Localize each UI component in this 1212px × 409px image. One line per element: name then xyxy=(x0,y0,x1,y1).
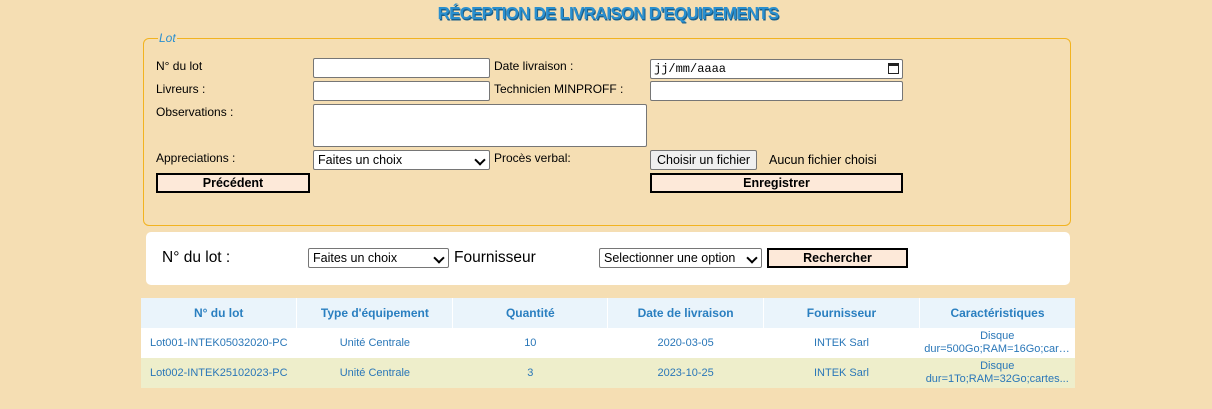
column-header-type[interactable]: Type d'équipement xyxy=(296,298,454,328)
save-button[interactable]: Enregistrer xyxy=(650,173,903,193)
cell-date: 2020-03-05 xyxy=(607,328,764,358)
cell-quantity: 10 xyxy=(452,328,608,358)
appreciations-select[interactable]: Faites un choix xyxy=(313,150,490,170)
supplier-label: Fournisseur xyxy=(454,249,536,266)
file-status: Aucun fichier choisi xyxy=(769,153,877,167)
cell-supplier: INTEK Sarl xyxy=(763,328,920,358)
search-lot-selected: Faites un choix xyxy=(313,251,398,265)
lot-number-input[interactable] xyxy=(313,58,490,78)
specs-line-2: dur=1To;RAM=32Go;cartes... xyxy=(925,373,1069,385)
table-header-row: N° du lot Type d'équipement Quantité Dat… xyxy=(141,298,1075,328)
cell-type: Unité Centrale xyxy=(296,328,453,358)
chevron-down-icon xyxy=(474,154,486,166)
table-row[interactable]: Lot001-INTEK05032020-PC Unité Centrale 1… xyxy=(141,328,1075,358)
cell-supplier: INTEK Sarl xyxy=(763,358,920,388)
cell-type: Unité Centrale xyxy=(296,358,453,388)
column-header-quantity[interactable]: Quantité xyxy=(452,298,609,328)
choose-file-button[interactable]: Choisir un fichier xyxy=(650,150,758,170)
search-lot-select[interactable]: Faites un choix xyxy=(308,248,449,268)
calendar-icon[interactable] xyxy=(888,63,899,74)
specs-line-2: dur=500Go;RAM=16Go;cart... xyxy=(924,343,1071,355)
cell-quantity: 3 xyxy=(452,358,608,388)
chevron-down-icon xyxy=(746,252,758,264)
lot-legend: Lot xyxy=(158,31,177,45)
deliveries-table: N° du lot Type d'équipement Quantité Dat… xyxy=(141,298,1075,388)
appreciations-label: Appreciations : xyxy=(156,151,236,165)
deliverers-input[interactable] xyxy=(313,81,490,101)
cell-specs: Disque dur=1To;RAM=32Go;cartes... xyxy=(919,358,1075,388)
column-header-supplier[interactable]: Fournisseur xyxy=(763,298,920,328)
minutes-label: Procès verbal: xyxy=(494,151,571,165)
observations-textarea[interactable] xyxy=(313,104,647,147)
cell-lot: Lot001-INTEK05032020-PC xyxy=(141,328,297,358)
search-lot-label: N° du lot : xyxy=(162,249,231,266)
search-button[interactable]: Rechercher xyxy=(767,248,908,268)
appreciations-selected: Faites un choix xyxy=(318,153,403,167)
cell-specs: Disque dur=500Go;RAM=16Go;cart... xyxy=(919,328,1075,358)
technician-label: Technicien MINPROFF : xyxy=(494,82,624,96)
previous-button[interactable]: Précédent xyxy=(156,173,310,193)
page-title: RÉCEPTION DE LIVRAISON D'EQUIPEMENTS xyxy=(437,3,780,24)
cell-lot: Lot002-INTEK25102023-PC xyxy=(141,358,297,388)
deliverers-label: Livreurs : xyxy=(156,82,206,96)
observations-label: Observations : xyxy=(156,105,234,119)
column-header-date[interactable]: Date de livraison xyxy=(607,298,764,328)
column-header-lot[interactable]: N° du lot xyxy=(141,298,298,328)
delivery-date-placeholder: jj/mm/aaaa xyxy=(654,62,727,76)
supplier-selected: Selectionner une option xyxy=(604,251,736,265)
table-row[interactable]: Lot002-INTEK25102023-PC Unité Centrale 3… xyxy=(141,358,1075,388)
lot-number-label: N° du lot xyxy=(156,59,203,73)
technician-input[interactable] xyxy=(650,81,903,101)
column-header-specs[interactable]: Caractéristiques xyxy=(919,298,1075,328)
delivery-date-label: Date livraison : xyxy=(494,59,574,73)
specs-line-1: Disque xyxy=(980,330,1015,342)
chevron-down-icon xyxy=(433,252,445,264)
delivery-date-input[interactable]: jj/mm/aaaa xyxy=(650,59,903,79)
cell-date: 2023-10-25 xyxy=(607,358,764,388)
specs-line-1: Disque xyxy=(980,360,1015,372)
supplier-select[interactable]: Selectionner une option xyxy=(599,248,762,268)
